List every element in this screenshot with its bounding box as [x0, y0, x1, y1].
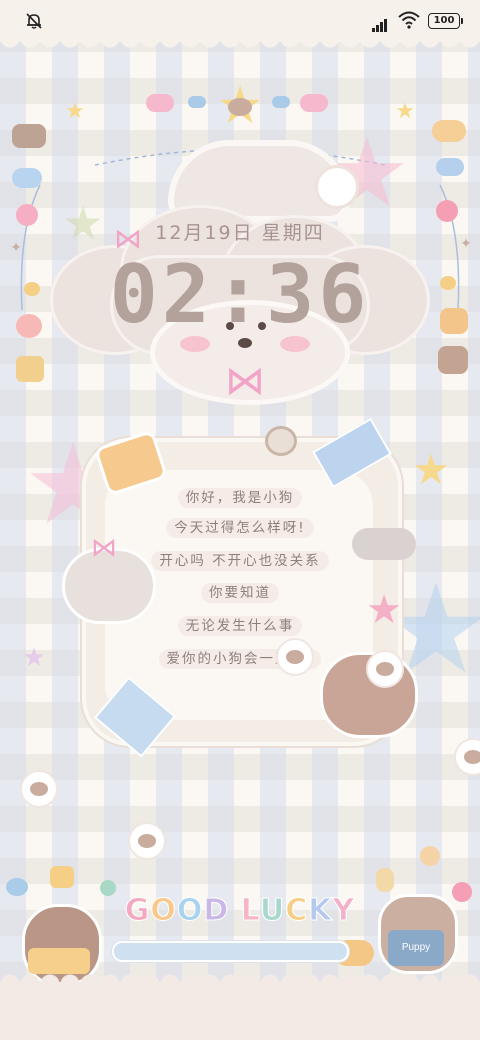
bear-badge[interactable] — [20, 770, 58, 808]
ringer-muted-icon — [24, 11, 44, 31]
star-icon: ★ — [412, 444, 450, 494]
cellular-signal-icon — [372, 13, 388, 32]
status-bar-scallop-edge — [0, 38, 480, 56]
slogan-letter: G — [124, 893, 151, 929]
bear-face-icon — [228, 98, 252, 116]
pink-cloud-icon — [146, 94, 174, 112]
slogan-letter: C — [285, 893, 309, 929]
blue-cloud-icon — [272, 96, 290, 108]
slogan-letter: U — [259, 893, 286, 929]
plaid-scarf — [28, 948, 90, 974]
small-star-icon: ★ — [22, 643, 46, 673]
slogan-letter: O — [150, 893, 177, 929]
lockscreen-date: 12月19日 星期四 — [155, 222, 325, 244]
star-icon: ★ — [65, 98, 85, 124]
bear-badge[interactable] — [366, 650, 404, 688]
gift-bag-icon — [16, 356, 44, 382]
bell-icon — [50, 866, 74, 888]
bread-icon — [432, 120, 466, 142]
mug-label: Puppy — [388, 930, 444, 966]
lockscreen-time: 02:36 — [109, 248, 371, 341]
message-line-3: 开心吗 不开心也没关系 — [151, 551, 329, 571]
pink-cloud-icon — [300, 94, 328, 112]
message-line-5: 无论发生什么事 — [177, 616, 303, 636]
slogan-letter — [229, 893, 240, 928]
bottom-scallop-edge — [0, 972, 480, 1040]
message-line-2: 今天过得怎么样呀! — [166, 518, 314, 538]
puppy-toy-icon — [12, 124, 46, 148]
message-line-4: 你要知道 — [201, 583, 279, 603]
slogan-letter: K — [308, 893, 333, 929]
hat-pompom — [315, 165, 359, 209]
cupcake-icon — [420, 846, 440, 866]
good-lucky-slogan: GOOD LUCKY — [0, 893, 480, 929]
blue-progress-bar — [112, 941, 349, 962]
ice-cream-icon — [376, 868, 394, 892]
message-line-1: 你好，我是小狗 — [177, 488, 303, 508]
battery-level: 100 — [433, 15, 455, 26]
wifi-icon — [398, 11, 420, 29]
battery-indicator: 100 — [428, 13, 463, 29]
slogan-letter: L — [240, 893, 260, 929]
bear-bag-icon — [438, 346, 468, 374]
blue-cloud-icon — [188, 96, 206, 108]
bear-badge[interactable] — [454, 738, 480, 776]
bear-badge[interactable] — [276, 638, 314, 676]
candy-icon — [12, 168, 42, 188]
slogan-letter: D — [203, 893, 230, 929]
cake-icon — [436, 158, 464, 176]
pretzel-icon — [265, 426, 297, 456]
bear-badge[interactable] — [128, 822, 166, 860]
slogan-letter: Y — [332, 893, 356, 929]
slogan-letter: O — [176, 893, 204, 929]
pink-bow-icon: ⋈ — [225, 358, 265, 404]
